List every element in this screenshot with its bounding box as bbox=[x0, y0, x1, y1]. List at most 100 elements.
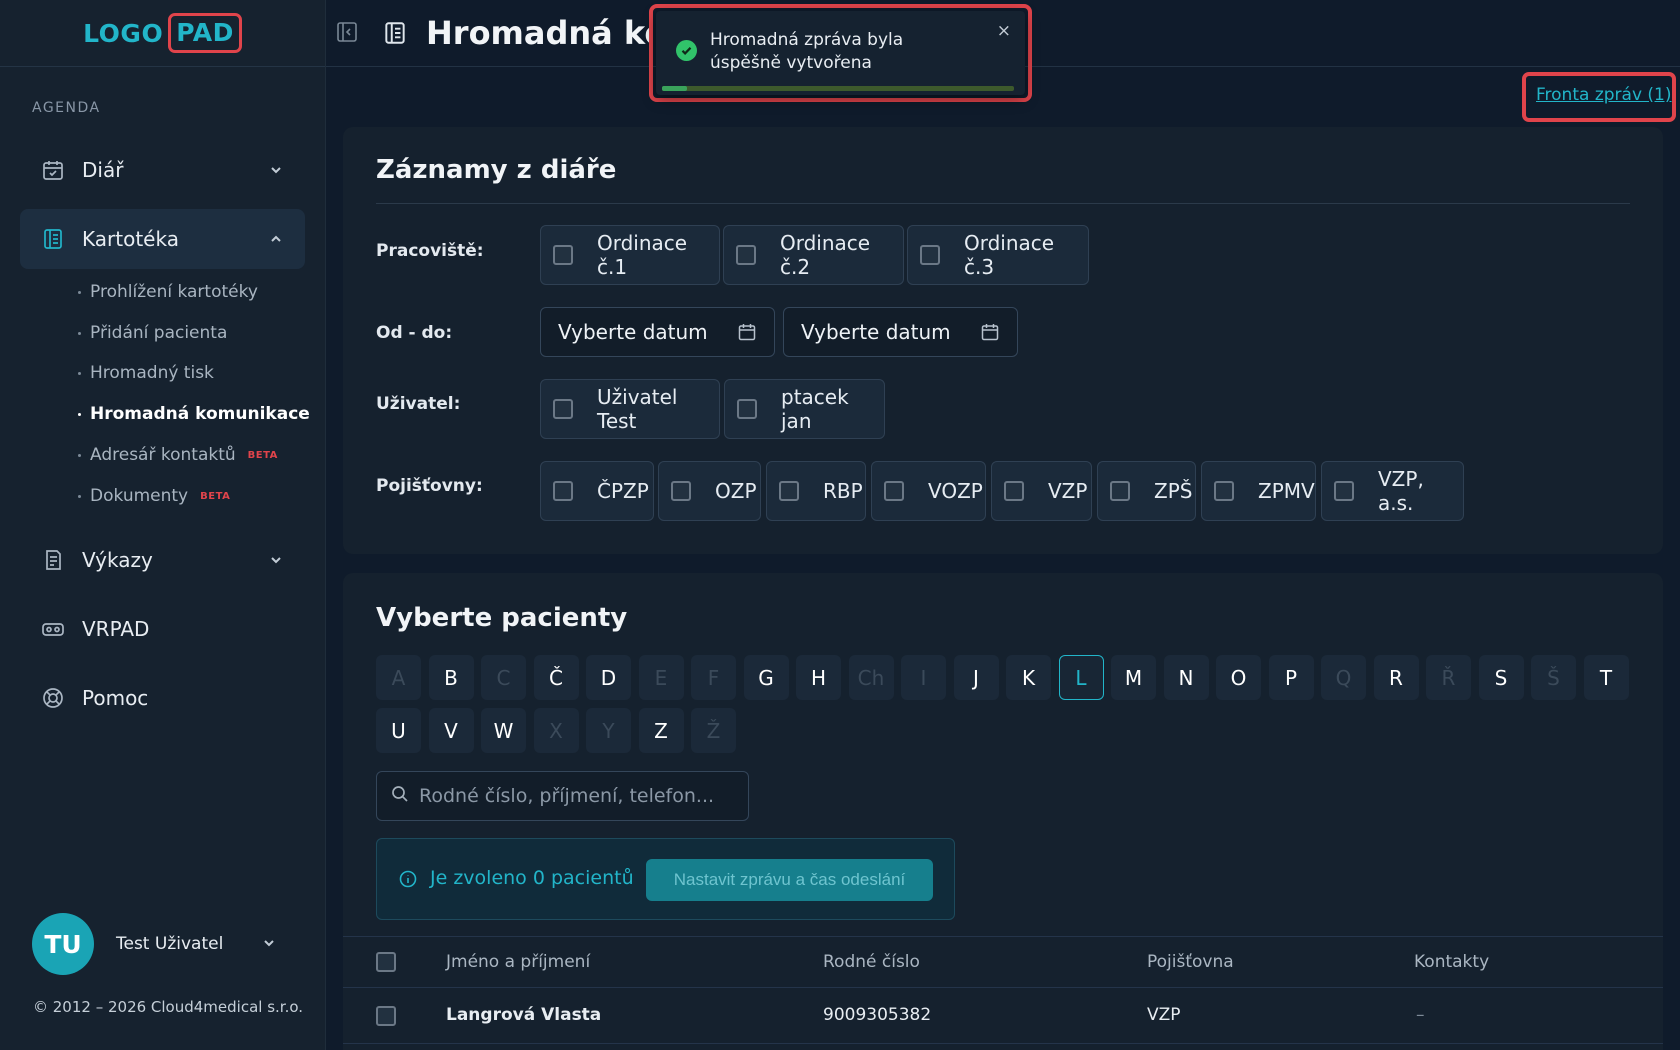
letter-filter-button[interactable]: K bbox=[1006, 655, 1051, 700]
sidebar-subitem-prohlizeni[interactable]: Prohlížení kartotéky bbox=[78, 282, 258, 302]
checkbox[interactable] bbox=[1004, 481, 1024, 501]
letter-filter-button[interactable]: V bbox=[428, 708, 474, 753]
sidebar-item-kartoteka[interactable]: Kartotéka bbox=[20, 209, 305, 269]
column-header-contacts[interactable]: Kontakty bbox=[1414, 952, 1489, 972]
subitem-label: Přidání pacienta bbox=[90, 323, 228, 343]
close-icon[interactable]: × bbox=[997, 21, 1011, 41]
calendar-icon bbox=[737, 322, 757, 347]
patient-search-field[interactable] bbox=[376, 771, 749, 821]
checkbox[interactable] bbox=[1214, 481, 1234, 501]
search-icon bbox=[391, 785, 409, 807]
column-header-name[interactable]: Jméno a příjmení bbox=[446, 952, 590, 972]
insurer-checkbox-ozp[interactable]: OZP bbox=[658, 461, 761, 521]
checkbox[interactable] bbox=[671, 481, 691, 501]
checkbox[interactable] bbox=[553, 481, 573, 501]
sidebar-subitem-adresar[interactable]: Adresář kontaktů BETA bbox=[78, 445, 278, 465]
sidebar-subitem-pridani[interactable]: Přidání pacienta bbox=[78, 323, 227, 343]
date-from-placeholder: Vyberte datum bbox=[558, 320, 708, 344]
letter-filter-button[interactable]: R bbox=[1373, 655, 1419, 700]
logo-text-part1: LOGO bbox=[83, 18, 164, 48]
chip-label: ZPŠ bbox=[1154, 479, 1193, 503]
user-name: Test Uživatel bbox=[116, 934, 224, 954]
insurer-checkbox-rbp[interactable]: RBP bbox=[766, 461, 866, 521]
checkbox[interactable] bbox=[736, 245, 756, 265]
workplace-checkbox-2[interactable]: Ordinace č.2 bbox=[723, 225, 904, 285]
sidebar-item-vrpad[interactable]: VRPAD bbox=[20, 599, 305, 659]
date-from-input[interactable]: Vyberte datum bbox=[540, 307, 775, 357]
sidebar-subitem-hromadna-komunikace[interactable]: Hromadná komunikace bbox=[78, 404, 310, 424]
patient-search-input[interactable] bbox=[419, 785, 739, 807]
insurer-checkbox-zpmv[interactable]: ZPMV bbox=[1201, 461, 1316, 521]
chip-label: ZPMV bbox=[1258, 479, 1315, 503]
checkbox[interactable] bbox=[553, 399, 573, 419]
letter-filter-button[interactable]: T bbox=[1583, 655, 1629, 700]
message-queue-link[interactable]: Fronta zpráv (1) bbox=[1536, 85, 1672, 105]
user-menu[interactable]: TU Test Uživatel bbox=[32, 913, 282, 975]
letter-filter-button[interactable]: B bbox=[428, 655, 474, 700]
insurer-checkbox-vzp-as[interactable]: VZP, a.s. bbox=[1321, 461, 1464, 521]
letter-filter-button: A bbox=[376, 655, 421, 700]
bullet-icon bbox=[78, 290, 81, 294]
insurer-checkbox-cpzp[interactable]: ČPZP bbox=[540, 461, 654, 521]
letter-filter-button[interactable]: Z bbox=[638, 708, 684, 753]
sidebar-collapse-icon[interactable] bbox=[336, 21, 358, 47]
user-label: Uživatel: bbox=[376, 394, 461, 414]
calendar-icon bbox=[40, 157, 66, 183]
letter-filter-button[interactable]: S bbox=[1478, 655, 1524, 700]
checkbox[interactable] bbox=[1110, 481, 1130, 501]
sidebar: LOGO PAD AGENDA Diář Kartotéka Prohlížen… bbox=[0, 0, 326, 1050]
column-header-insurer[interactable]: Pojišťovna bbox=[1147, 952, 1234, 972]
workplace-checkbox-3[interactable]: Ordinace č.3 bbox=[907, 225, 1089, 285]
insurer-checkbox-zps[interactable]: ZPŠ bbox=[1097, 461, 1196, 521]
letter-filter-button[interactable]: P bbox=[1268, 655, 1314, 700]
sidebar-item-vykazy[interactable]: Výkazy bbox=[20, 530, 305, 590]
info-icon bbox=[399, 870, 417, 892]
set-message-button[interactable]: Nastavit zprávu a čas odeslání bbox=[646, 859, 933, 901]
checkbox[interactable] bbox=[737, 399, 757, 419]
user-checkbox-2[interactable]: ptacek jan bbox=[724, 379, 885, 439]
chip-label: RBP bbox=[823, 479, 863, 503]
letter-filter-button[interactable]: M bbox=[1111, 655, 1156, 700]
table-header: Jméno a příjmení Rodné číslo Pojišťovna … bbox=[343, 936, 1663, 988]
insurer-checkbox-vzp[interactable]: VZP bbox=[991, 461, 1092, 521]
letter-filter-button[interactable]: H bbox=[796, 655, 841, 700]
vr-headset-icon bbox=[40, 616, 66, 642]
letter-filter-button[interactable]: U bbox=[376, 708, 421, 753]
letter-filter-button: Ř bbox=[1426, 655, 1471, 700]
calendar-icon bbox=[980, 322, 1000, 347]
letter-filter-button[interactable]: L bbox=[1058, 655, 1104, 700]
select-patients-card: Vyberte pacienty A B C Č D E F G H Ch I J K L M N O P Q R Ř S… bbox=[343, 573, 1663, 1050]
letter-filter-button[interactable]: W bbox=[481, 708, 526, 753]
checkbox[interactable] bbox=[884, 481, 904, 501]
letter-filter-button[interactable]: D bbox=[586, 655, 631, 700]
bullet-icon bbox=[78, 412, 81, 416]
sidebar-item-pomoc[interactable]: Pomoc bbox=[20, 668, 305, 728]
table-row[interactable]: Langrová Vlasta 9009305382 VZP – bbox=[343, 988, 1663, 1044]
insurer-checkbox-vozp[interactable]: VOZP bbox=[871, 461, 986, 521]
patient-contacts: – bbox=[1416, 1005, 1425, 1025]
select-all-checkbox[interactable] bbox=[376, 952, 396, 972]
date-to-input[interactable]: Vyberte datum bbox=[783, 307, 1018, 357]
checkbox[interactable] bbox=[1334, 481, 1354, 501]
letter-filter-button[interactable]: O bbox=[1216, 655, 1261, 700]
user-checkbox-1[interactable]: Uživatel Test bbox=[540, 379, 720, 439]
letter-filter-button[interactable]: G bbox=[743, 655, 789, 700]
sidebar-subitem-hromadny-tisk[interactable]: Hromadný tisk bbox=[78, 363, 214, 383]
letter-filter-button[interactable]: J bbox=[953, 655, 999, 700]
checkbox[interactable] bbox=[920, 245, 940, 265]
column-header-birth-number[interactable]: Rodné číslo bbox=[823, 952, 920, 972]
chip-label: Ordinace č.1 bbox=[597, 231, 688, 279]
sidebar-subitem-dokumenty[interactable]: Dokumenty BETA bbox=[78, 486, 230, 506]
letter-filter-button[interactable]: N bbox=[1163, 655, 1209, 700]
checkbox[interactable] bbox=[553, 245, 573, 265]
letter-filter-button: C bbox=[481, 655, 526, 700]
diary-records-card: Záznamy z diáře Pracoviště: Ordinace č.1… bbox=[343, 127, 1663, 554]
divider bbox=[376, 203, 1630, 204]
row-checkbox[interactable] bbox=[376, 1006, 396, 1026]
logo[interactable]: LOGO PAD bbox=[83, 13, 242, 53]
workplace-checkbox-1[interactable]: Ordinace č.1 bbox=[540, 225, 720, 285]
date-range-label: Od - do: bbox=[376, 323, 453, 343]
checkbox[interactable] bbox=[779, 481, 799, 501]
letter-filter-button[interactable]: Č bbox=[533, 655, 579, 700]
sidebar-item-diar[interactable]: Diář bbox=[20, 140, 305, 200]
